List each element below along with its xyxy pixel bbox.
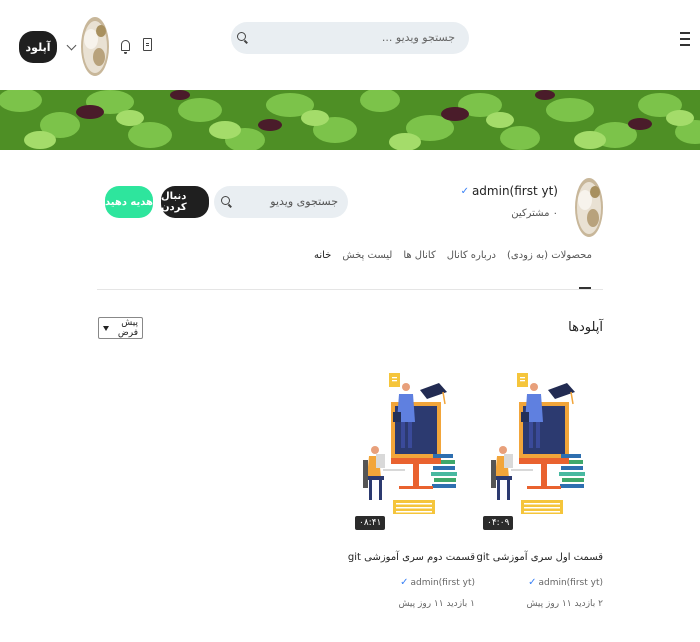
verified-icon: ✓ xyxy=(460,185,469,197)
video-author[interactable]: ✓ admin(first yt) xyxy=(528,577,603,588)
video-meta: ۲ بازدید ۱۱ روز پیش xyxy=(526,599,603,609)
search-icon[interactable] xyxy=(237,32,246,41)
sort-select-value: پیش فرض xyxy=(117,318,138,338)
video-author[interactable]: ✓ admin(first yt) xyxy=(400,577,475,588)
verified-icon: ✓ xyxy=(528,577,537,588)
channel-search-placeholder: جستجوی ویدیو xyxy=(270,195,338,208)
tab-channels[interactable]: کانال ها xyxy=(403,250,435,267)
chevron-down-icon[interactable] xyxy=(66,40,77,51)
video-author-label: admin(first yt) xyxy=(538,577,603,588)
subscriber-count: ۰ مشترکین xyxy=(511,208,558,219)
video-title[interactable]: قسمت اول سری آموزشی git xyxy=(476,552,603,563)
menu-icon[interactable] xyxy=(680,32,690,46)
book-icon[interactable] xyxy=(143,38,152,51)
search-input[interactable]: جستجو ویدیو ... xyxy=(231,22,469,54)
tab-playlists[interactable]: لیست پخش xyxy=(342,250,392,267)
verified-icon: ✓ xyxy=(400,577,409,588)
video-thumbnail[interactable]: ۰۸:۴۱ xyxy=(355,370,475,530)
video-duration: ۰۴:۰۹ xyxy=(483,516,514,530)
channel-tabs: خانه لیست پخش کانال ها درباره کانال محصو… xyxy=(314,250,592,267)
video-author-label: admin(first yt) xyxy=(410,577,475,588)
video-meta: ۱ بازدید ۱۱ روز پیش xyxy=(398,599,475,609)
channel-avatar[interactable] xyxy=(575,178,603,237)
bell-icon[interactable] xyxy=(121,40,130,54)
avatar[interactable] xyxy=(81,17,109,76)
upload-button[interactable]: آپلود xyxy=(19,31,57,63)
sort-select[interactable]: پیش فرض xyxy=(98,317,143,339)
tabs-divider xyxy=(97,289,603,290)
follow-button[interactable]: دنبال کردن xyxy=(161,186,209,218)
channel-search-input[interactable]: جستجوی ویدیو xyxy=(214,186,348,218)
top-header: جستجو ویدیو ... آپلود xyxy=(0,0,700,90)
channel-banner xyxy=(0,90,700,150)
tab-about[interactable]: درباره کانال xyxy=(447,250,496,267)
search-icon[interactable] xyxy=(221,196,230,205)
video-thumbnail[interactable]: ۰۴:۰۹ xyxy=(483,370,603,530)
video-title[interactable]: قسمت دوم سری آموزشی git xyxy=(348,552,475,563)
tab-home[interactable]: خانه xyxy=(314,250,331,267)
gift-button[interactable]: هدیه دهید xyxy=(105,186,153,218)
tab-products[interactable]: محصولات (به زودی) xyxy=(507,250,592,267)
channel-name[interactable]: ✓ admin(first yt) xyxy=(461,184,558,198)
section-title: آپلودها xyxy=(568,320,603,335)
channel-name-label: admin(first yt) xyxy=(471,184,558,198)
video-duration: ۰۸:۴۱ xyxy=(355,516,386,530)
search-placeholder: جستجو ویدیو ... xyxy=(381,31,455,44)
